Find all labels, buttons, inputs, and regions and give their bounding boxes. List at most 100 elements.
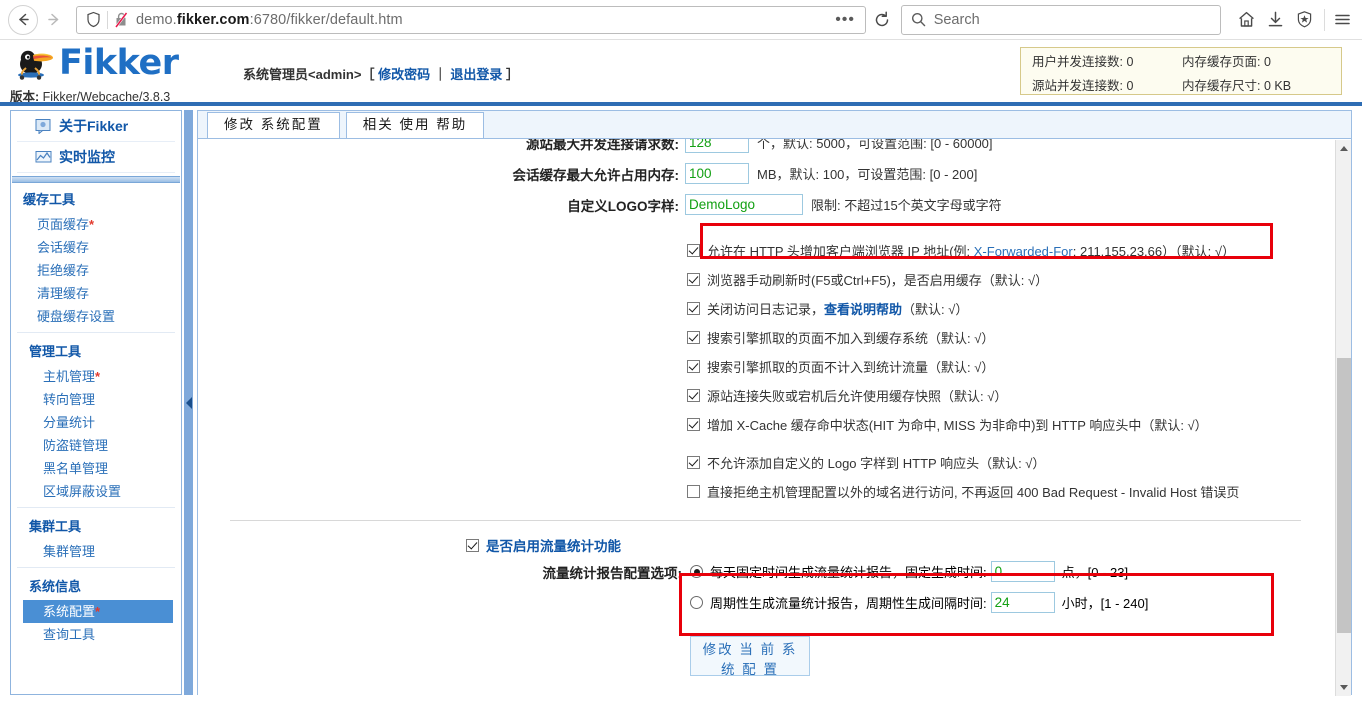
stat-value: 0 KB (1263, 78, 1292, 93)
tab-related-help[interactable]: 相关 使用 帮助 (345, 112, 485, 138)
checkbox-row-cache-snapshot[interactable]: 源站连接失败或宕机后允许使用缓存快照（默认: √） (687, 381, 1333, 410)
checkbox-label: 允许在 HTTP 头增加客户端浏览器 IP 地址(例: X-Forwarded-… (707, 241, 1235, 260)
sidebar-item-cluster-management[interactable]: 集群管理 (17, 540, 175, 563)
content-panel: 修改 系统配置 相关 使用 帮助 源站最大并发连接请求数: 个，默认: 5000… (197, 110, 1352, 696)
checkbox-label: 搜索引擎抓取的页面不加入到缓存系统（默认: √） (707, 331, 995, 346)
sidebar-item-system-config[interactable]: 系统配置* (23, 600, 173, 623)
sidebar-group-management: 管理工具 主机管理* 转向管理 分量统计 防盗链管理 黑名单管理 区域屏蔽设置 (17, 332, 175, 507)
view-help-link[interactable]: 查看说明帮助 (824, 302, 902, 317)
address-bar-divider (107, 10, 108, 29)
field-hint: MB，默认: 100，可设置范围: [0 - 200] (757, 167, 978, 182)
sidebar-item-monitor[interactable]: 实时监控 (17, 142, 175, 173)
checkbox-manual-refresh[interactable] (687, 273, 700, 286)
checkbox-row-reject-unknown-host[interactable]: 直接拒绝主机管理配置以外的域名进行访问, 不再返回 400 Bad Reques… (687, 477, 1333, 506)
checkbox-enable-traffic-stats[interactable] (466, 538, 479, 552)
scrollbar-thumb[interactable] (1337, 358, 1351, 633)
traffic-report-option-periodic: 周期性生成流量统计报告，周期性生成间隔时间: 小时，[1 - 240] (466, 587, 1333, 618)
scroll-down-button[interactable] (1336, 679, 1352, 696)
sidebar-item-label: 区域屏蔽设置 (43, 484, 122, 499)
checkbox-x-cache-header[interactable] (687, 418, 700, 431)
config-form-scroll-area: 源站最大并发连接请求数: 个，默认: 5000，可设置范围: [0 - 6000… (198, 139, 1351, 695)
checkbox-row-spider-no-cache[interactable]: 搜索引擎抓取的页面不加入到缓存系统（默认: √） (687, 323, 1333, 352)
sidebar-item-redirect-management[interactable]: 转向管理 (17, 388, 175, 411)
sidebar-item-blacklist[interactable]: 黑名单管理 (17, 457, 175, 480)
checkbox-disable-access-log[interactable] (687, 302, 700, 315)
sidebar-item-clean-cache[interactable]: 清理缓存 (11, 282, 181, 305)
vertical-scrollbar[interactable] (1335, 140, 1351, 696)
checkbox-row-spider-no-stats[interactable]: 搜索引擎抓取的页面不计入到统计流量（默认: √） (687, 352, 1333, 381)
sidebar-item-reject-cache[interactable]: 拒绝缓存 (11, 259, 181, 282)
app-menu-button[interactable] (1331, 5, 1354, 35)
sidebar-item-about[interactable]: 关于Fikker (17, 111, 175, 142)
checkbox-cache-snapshot[interactable] (687, 389, 700, 402)
sidebar-item-label: 页面缓存 (37, 217, 90, 232)
daily-fixed-hour-input[interactable] (990, 561, 1055, 582)
app-header: Fikker 版本: Fikker/Webcache/3.8.3 系统管理员<a… (0, 40, 1362, 106)
checkbox-no-logo-header[interactable] (687, 456, 700, 469)
sidebar-item-traffic-stats[interactable]: 分量统计 (17, 411, 175, 434)
sidebar-item-disk-cache-settings[interactable]: 硬盘缓存设置 (11, 305, 181, 328)
address-bar[interactable]: demo.fikker.com:6780/fikker/default.htm … (76, 5, 866, 34)
sidebar-collapse-handle[interactable] (184, 110, 193, 695)
sidebar-item-label: 清理缓存 (37, 286, 90, 301)
session-cache-memory-input[interactable] (685, 163, 749, 184)
stat-item: 内存缓存尺寸: 0 KB (1182, 75, 1341, 94)
change-password-link[interactable]: 修改密码 (378, 67, 430, 82)
enable-traffic-stats-row[interactable]: 是否启用流量统计功能 (466, 534, 1333, 556)
checkbox-label: 不允许添加自定义的 Logo 字样到 HTTP 响应头（默认: √） (707, 456, 1046, 471)
reload-button[interactable] (870, 5, 895, 35)
forward-button[interactable] (38, 5, 68, 35)
radio-periodic-interval[interactable] (690, 596, 703, 609)
daily-unit-label: 点，[0 - 23] (1061, 565, 1129, 580)
checkbox-row-no-logo-header[interactable]: 不允许添加自定义的 Logo 字样到 HTTP 响应头（默认: √） (687, 448, 1333, 477)
required-star: * (95, 369, 101, 384)
home-button[interactable] (1235, 5, 1258, 35)
search-input[interactable]: Search (900, 4, 1221, 35)
radio-daily-fixed-time[interactable] (690, 565, 703, 578)
sidebar-item-session-cache[interactable]: 会话缓存 (11, 236, 181, 259)
checkbox-spider-no-stats[interactable] (687, 360, 700, 373)
checkbox-label: 源站连接失败或宕机后允许使用缓存快照（默认: √） (707, 389, 1008, 404)
back-button[interactable] (8, 4, 38, 35)
sidebar-group-title: 管理工具 (29, 344, 82, 359)
browser-toolbar: demo.fikker.com:6780/fikker/default.htm … (0, 0, 1362, 40)
checkbox-xff[interactable] (687, 244, 700, 257)
radio-label-periodic: 周期性生成流量统计报告，周期性生成间隔时间: (710, 596, 987, 611)
custom-logo-input[interactable] (685, 194, 803, 215)
max-origin-connections-input[interactable] (685, 139, 749, 153)
reload-icon (876, 11, 889, 26)
sidebar-item-label: 硬盘缓存设置 (37, 309, 116, 324)
field-label: 源站最大并发连接请求数: (526, 139, 679, 152)
downloads-button[interactable] (1264, 5, 1287, 35)
sidebar-item-label: 实时监控 (59, 149, 115, 165)
checkbox-reject-unknown-host[interactable] (687, 485, 700, 498)
sidebar-accent-bar (12, 176, 180, 183)
tab-modify-system-config[interactable]: 修改 系统配置 (207, 112, 340, 138)
checkbox-row-x-cache-header[interactable]: 增加 X-Cache 缓存命中状态(HIT 为命中, MISS 为非命中)到 H… (687, 410, 1333, 439)
sidebar-group-cache: 缓存工具 页面缓存* 会话缓存 拒绝缓存 清理缓存 硬盘缓存设置 (11, 183, 181, 332)
sidebar-item-page-cache[interactable]: 页面缓存* (11, 213, 181, 236)
bookmarks-button[interactable] (1293, 5, 1316, 35)
x-forwarded-for-link[interactable]: X-Forwarded-For (974, 244, 1073, 259)
periodic-interval-input[interactable] (990, 592, 1055, 613)
required-star: * (89, 217, 95, 232)
sidebar-item-hotlink-protection[interactable]: 防盗链管理 (17, 434, 175, 457)
brand-logo[interactable]: Fikker (14, 44, 179, 82)
checkbox-label: 增加 X-Cache 缓存命中状态(HIT 为命中, MISS 为非命中)到 H… (707, 418, 1208, 433)
checkbox-label: 浏览器手动刷新时(F5或Ctrl+F5)，是否启用缓存（默认: √） (707, 273, 1049, 288)
sidebar-item-region-block[interactable]: 区域屏蔽设置 (17, 480, 175, 503)
page-actions-button[interactable]: ••• (831, 10, 859, 30)
connection-stats-box: 用户并发连接数: 0 内存缓存页面: 0 源站并发连接数: 0 内存缓存尺寸: … (1020, 47, 1342, 95)
checkbox-spider-no-cache[interactable] (687, 331, 700, 344)
checkbox-row-manual-refresh[interactable]: 浏览器手动刷新时(F5或Ctrl+F5)，是否启用缓存（默认: √） (687, 265, 1333, 294)
scroll-up-button[interactable] (1336, 140, 1351, 157)
field-hint: 个，默认: 5000，可设置范围: [0 - 60000] (757, 139, 993, 151)
logout-link[interactable]: 退出登录 (450, 67, 502, 82)
sidebar-item-host-management[interactable]: 主机管理* (17, 365, 175, 388)
sidebar-item-query-tool[interactable]: 查询工具 (17, 623, 175, 646)
checkbox-row-disable-access-log[interactable]: 关闭访问日志记录，查看说明帮助（默认: √） (687, 294, 1333, 323)
checkbox-row-xff[interactable]: 允许在 HTTP 头增加客户端浏览器 IP 地址(例: X-Forwarded-… (687, 236, 1333, 265)
crossed-lock-icon[interactable] (114, 11, 129, 28)
field-label: 自定义LOGO字样: (567, 198, 679, 214)
modify-system-config-button[interactable]: 修改 当 前 系 统 配 置 (690, 636, 810, 677)
